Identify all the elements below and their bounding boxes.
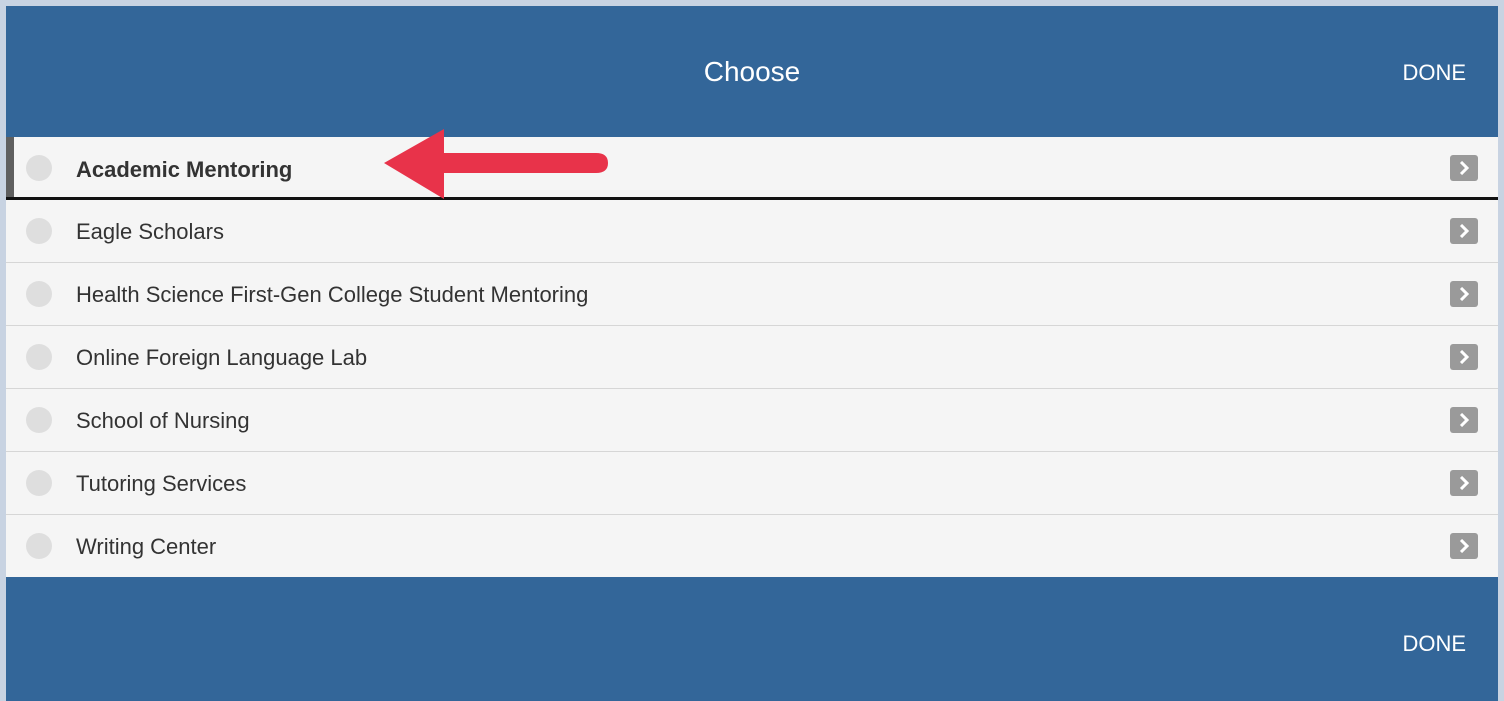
option-row-tutoring-services[interactable]: Tutoring Services [6,452,1498,515]
footer-done-button[interactable]: DONE [1402,631,1466,657]
radio-circle-icon[interactable] [26,344,52,370]
option-label: School of Nursing [76,408,250,433]
option-row-eagle-scholars[interactable]: Eagle Scholars [6,200,1498,263]
chevron-right-icon[interactable] [1450,470,1478,496]
option-label: Tutoring Services [76,471,247,496]
choose-dialog: Choose DONE Academic Mentoring Eagle Sch… [6,6,1498,701]
radio-circle-icon[interactable] [26,281,52,307]
dialog-title: Choose [703,56,801,87]
option-row-online-foreign-language-lab[interactable]: Online Foreign Language Lab [6,326,1498,389]
chevron-right-icon[interactable] [1450,155,1478,181]
option-label: Health Science First-Gen College Student… [76,282,589,307]
chevron-right-icon[interactable] [1450,218,1478,244]
option-row-school-of-nursing[interactable]: School of Nursing [6,389,1498,452]
chevron-right-icon[interactable] [1450,344,1478,370]
option-row-health-science-mentoring[interactable]: Health Science First-Gen College Student… [6,263,1498,326]
chevron-right-icon[interactable] [1450,407,1478,433]
option-label: Eagle Scholars [76,219,224,244]
selection-indicator [6,137,14,197]
option-label: Academic Mentoring [76,157,293,182]
option-label: Online Foreign Language Lab [76,345,368,370]
option-row-academic-mentoring[interactable]: Academic Mentoring [6,137,1498,200]
option-label: Writing Center [76,534,217,559]
red-arrow-icon [384,129,608,199]
radio-circle-icon[interactable] [26,218,52,244]
dialog-header: Choose DONE [6,6,1498,137]
radio-circle-icon[interactable] [26,407,52,433]
option-row-writing-center[interactable]: Writing Center [6,515,1498,578]
dialog-footer: DONE [6,577,1498,701]
chevron-right-icon[interactable] [1450,281,1478,307]
radio-circle-icon[interactable] [26,533,52,559]
radio-circle-icon[interactable] [26,470,52,496]
option-list: Academic Mentoring Eagle Scholars Health… [6,137,1498,578]
header-done-button[interactable]: DONE [1402,60,1466,86]
radio-circle-icon[interactable] [26,155,52,181]
chevron-right-icon[interactable] [1450,533,1478,559]
